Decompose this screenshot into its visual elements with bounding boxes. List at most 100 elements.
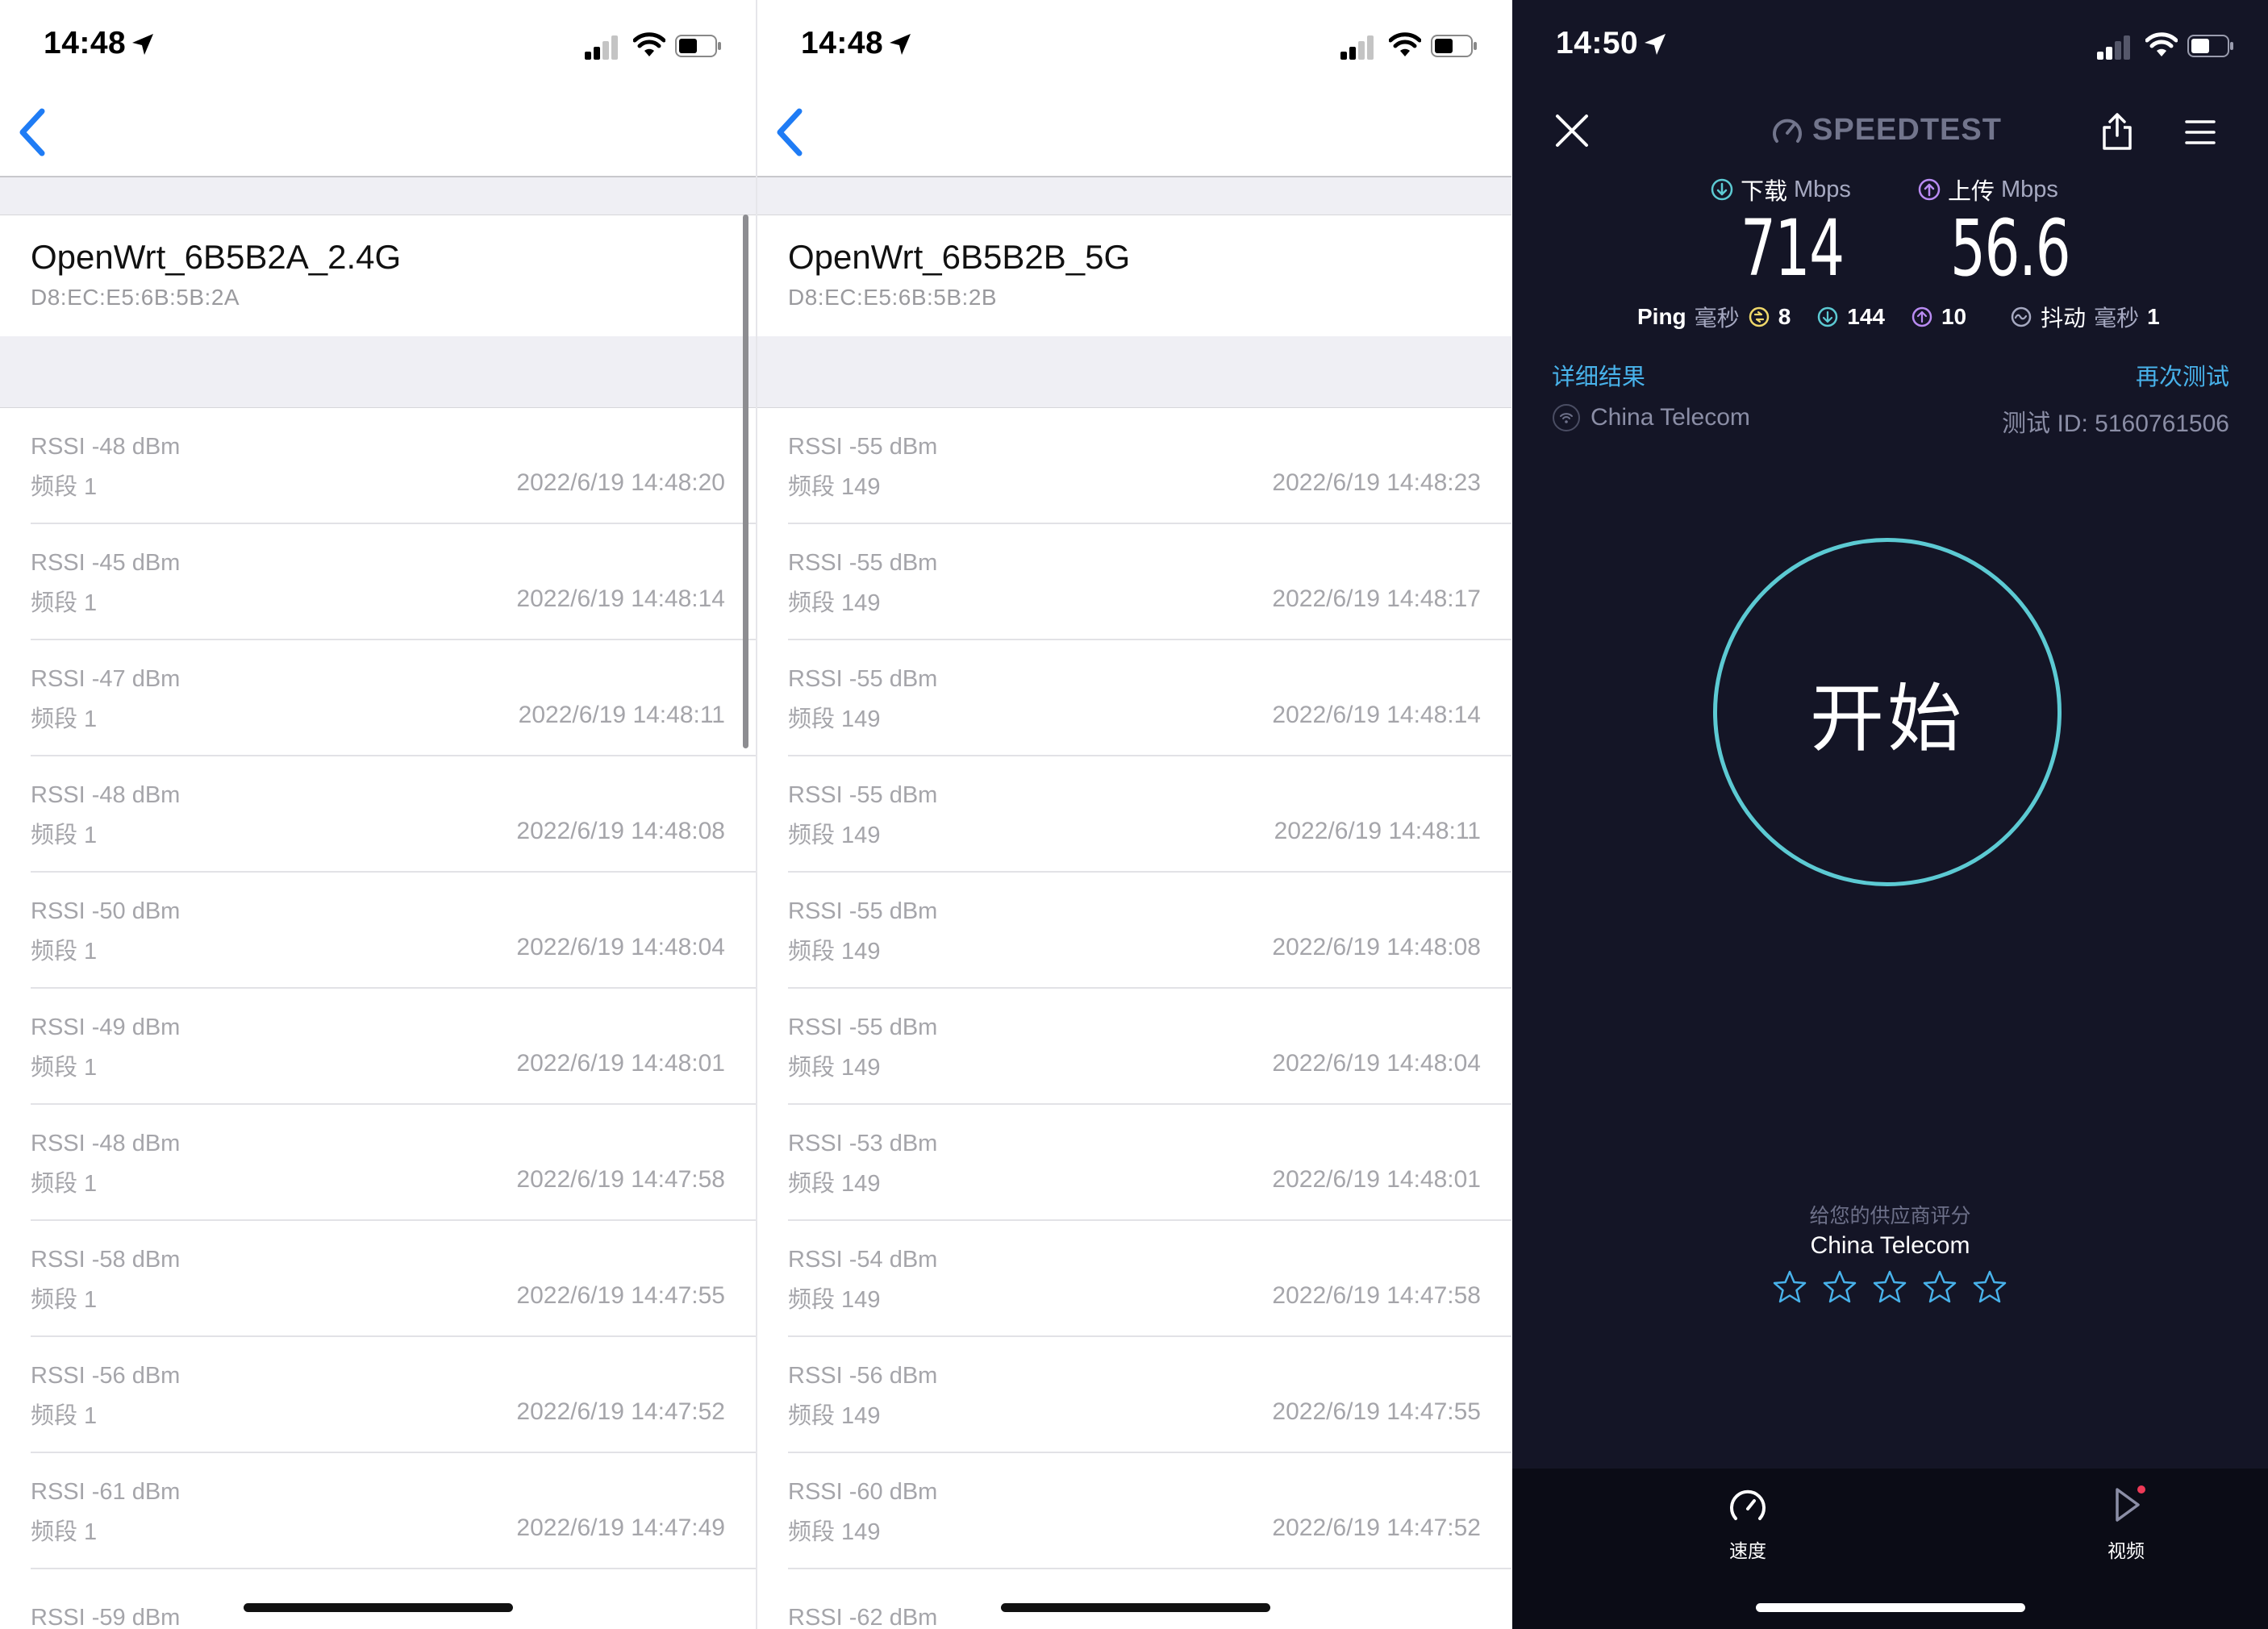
status-bar: 14:48: [757, 0, 1511, 97]
logo-text: SPEEDTEST: [1812, 113, 2002, 147]
timestamp: 2022/6/19 14:48:01: [516, 1050, 725, 1077]
start-button[interactable]: 开始: [1713, 538, 2062, 886]
location-arrow-icon: [1645, 34, 1666, 55]
timestamp: 2022/6/19 14:47:58: [1272, 1282, 1481, 1309]
home-indicator[interactable]: [244, 1603, 513, 1612]
list-item: RSSI -55 dBm 频段 149 2022/6/19 14:48:23: [757, 408, 1511, 524]
location-arrow-icon: [132, 34, 153, 55]
star-icon[interactable]: [1822, 1269, 1857, 1305]
tab-speed-label: 速度: [1729, 1540, 1766, 1561]
download-label: 下载: [1741, 179, 1788, 205]
list-item: RSSI -49 dBm 频段 1 2022/6/19 14:48:01: [0, 989, 756, 1105]
channel-value: 频段 149: [788, 823, 881, 848]
speedtest-screen: 14:50 SPEEDTEST 下载 Mbps 上传 Mbps 714 56.6…: [1512, 0, 2268, 1629]
list-item: RSSI -48 dBm 频段 1 2022/6/19 14:48:08: [0, 756, 756, 873]
detailed-results-link[interactable]: 详细结果: [1552, 358, 1645, 392]
timestamp: 2022/6/19 14:47:52: [1272, 1514, 1481, 1541]
rssi-value: RSSI -60 dBm: [788, 1479, 938, 1505]
download-arrow-icon: [1711, 178, 1733, 201]
channel-value: 频段 149: [788, 590, 881, 616]
star-icon[interactable]: [1872, 1269, 1907, 1305]
list-item: RSSI -59 dBm: [0, 1569, 756, 1629]
rate-provider-heading: 给您的供应商评分: [1809, 1205, 1971, 1227]
speedometer-icon: [1730, 1489, 1766, 1520]
rssi-value: RSSI -62 dBm: [788, 1605, 938, 1629]
rssi-value: RSSI -55 dBm: [788, 434, 938, 460]
test-id: 测试 ID: 5160761506: [2002, 410, 2229, 437]
list-item: RSSI -55 dBm 频段 149 2022/6/19 14:48:08: [757, 873, 1511, 989]
timestamp: 2022/6/19 14:48:11: [518, 702, 725, 728]
speedtest-logo: SPEEDTEST: [1770, 113, 2002, 148]
scrollbar[interactable]: [743, 215, 748, 748]
idle-ping-icon: [1749, 306, 1769, 327]
wifi-icon: [1389, 32, 1421, 56]
star-icon[interactable]: [1922, 1269, 1957, 1305]
status-time: 14:48: [801, 26, 884, 60]
list-item: RSSI -58 dBm 频段 1 2022/6/19 14:47:55: [0, 1221, 756, 1337]
channel-value: 频段 1: [31, 590, 98, 616]
rssi-value: RSSI -55 dBm: [788, 898, 938, 924]
latency-row: Ping 毫秒 8 144 10 抖动 毫秒 1: [1637, 301, 2160, 333]
rssi-value: RSSI -47 dBm: [31, 666, 181, 692]
list-item: RSSI -61 dBm 频段 1 2022/6/19 14:47:49: [0, 1453, 756, 1569]
status-time: 14:48: [44, 26, 127, 60]
timestamp: 2022/6/19 14:48:20: [516, 469, 725, 496]
rssi-value: RSSI -56 dBm: [31, 1363, 181, 1389]
signal-log-list: RSSI -48 dBm 频段 1 2022/6/19 14:48:20 RSSI …: [0, 408, 756, 1629]
bssid-label: D8:EC:E5:6B:5B:2A: [31, 285, 240, 310]
timestamp: 2022/6/19 14:47:55: [1272, 1398, 1481, 1425]
list-item: RSSI -47 dBm 频段 1 2022/6/19 14:48:11: [0, 640, 756, 756]
menu-icon[interactable]: [2185, 119, 2216, 145]
channel-value: 频段 1: [31, 1171, 98, 1197]
channel-value: 频段 1: [31, 1287, 98, 1313]
section-spacer: [0, 336, 756, 408]
list-item: RSSI -55 dBm 频段 149 2022/6/19 14:48:04: [757, 989, 1511, 1105]
network-header: OpenWrt_6B5B2A_2.4G D8:EC:E5:6B:5B:2A: [0, 215, 756, 337]
ssid-label: OpenWrt_6B5B2A_2.4G: [31, 238, 402, 276]
wifi-log-screen-2g: 14:48 OpenWrt_6B5B2A_2.4G D8:EC:E5:6B:5B…: [0, 0, 756, 1629]
timestamp: 2022/6/19 14:48:17: [1272, 585, 1481, 612]
status-time: 14:50: [1556, 26, 1639, 60]
home-indicator[interactable]: [1756, 1603, 2025, 1612]
list-item: RSSI -56 dBm 频段 149 2022/6/19 14:47:55: [757, 1337, 1511, 1453]
timestamp: 2022/6/19 14:48:01: [1272, 1166, 1481, 1193]
bssid-label: D8:EC:E5:6B:5B:2B: [788, 285, 998, 310]
rssi-value: RSSI -59 dBm: [31, 1605, 181, 1629]
section-spacer: [757, 336, 1511, 408]
list-item: RSSI -56 dBm 频段 1 2022/6/19 14:47:52: [0, 1337, 756, 1453]
wifi-provider-icon: [1553, 404, 1580, 431]
timestamp: 2022/6/19 14:47:55: [516, 1282, 725, 1309]
share-icon[interactable]: [2101, 111, 2133, 152]
wifi-icon: [633, 32, 665, 56]
cellular-signal-icon: [2097, 35, 2130, 60]
list-item: RSSI -55 dBm 频段 149 2022/6/19 14:48:14: [757, 640, 1511, 756]
tab-speed[interactable]: 速度: [1699, 1485, 1796, 1563]
close-icon[interactable]: [1554, 113, 1590, 148]
battery-icon: [675, 35, 721, 57]
test-again-link[interactable]: 再次测试: [2136, 358, 2229, 392]
timestamp: 2022/6/19 14:48:11: [1274, 818, 1481, 844]
channel-value: 频段 149: [788, 474, 881, 500]
channel-value: 频段 149: [788, 1519, 881, 1545]
cellular-signal-icon: [1340, 35, 1374, 60]
back-chevron-icon[interactable]: [772, 106, 807, 158]
home-indicator[interactable]: [1001, 1603, 1270, 1612]
star-icon[interactable]: [1972, 1269, 2007, 1305]
rssi-value: RSSI -56 dBm: [788, 1363, 938, 1389]
rssi-value: RSSI -48 dBm: [31, 1131, 181, 1156]
upload-header: 上传 Mbps: [1917, 173, 2058, 206]
channel-value: 频段 149: [788, 706, 881, 732]
ssid-label: OpenWrt_6B5B2B_5G: [788, 238, 1131, 276]
timestamp: 2022/6/19 14:48:14: [1272, 702, 1481, 728]
list-item: RSSI -62 dBm: [757, 1569, 1511, 1629]
star-icon[interactable]: [1772, 1269, 1807, 1305]
upload-ping-icon: [1912, 306, 1932, 327]
tab-video[interactable]: 视频: [2078, 1485, 2174, 1563]
rssi-value: RSSI -49 dBm: [31, 1014, 181, 1040]
channel-value: 频段 1: [31, 939, 98, 964]
jitter-unit: 毫秒: [2094, 306, 2140, 331]
download-unit: Mbps: [1794, 176, 1851, 202]
back-chevron-icon[interactable]: [15, 106, 50, 158]
gauge-icon: [1773, 119, 1802, 143]
list-item: RSSI -54 dBm 频段 149 2022/6/19 14:47:58: [757, 1221, 1511, 1337]
